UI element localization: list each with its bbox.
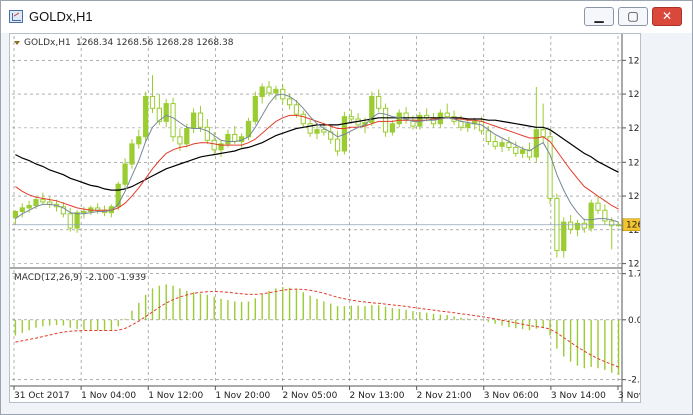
chart-area[interactable]: 1265.101267.951270.801273.651276.551279.… [9, 33, 641, 403]
candle-body [540, 129, 546, 138]
candle-body [307, 123, 313, 134]
macd-tick-label: 1.76 [628, 270, 640, 280]
symbol-dropdown-icon[interactable] [14, 41, 20, 45]
candle-body [184, 127, 190, 145]
candle-body [561, 221, 567, 252]
candle-body [232, 133, 238, 143]
candle-body [163, 103, 169, 122]
candle-body [286, 98, 293, 106]
time-tick-label: 1 Nov 20:00 [215, 391, 270, 401]
current-price: 1268.38 [12, 218, 640, 232]
candle-body [293, 104, 300, 115]
moving-averages [15, 93, 619, 223]
candle-body [191, 112, 197, 129]
price-tick-label: 1273.65 [628, 158, 640, 168]
candle-body [321, 129, 327, 133]
time-tick-label: 1 Nov 12:00 [148, 391, 203, 401]
candle-body [533, 129, 539, 158]
candle-body [74, 212, 80, 229]
candle-body [177, 136, 183, 145]
time-tick-label: 2 Nov 21:00 [417, 391, 472, 401]
ohlc-label: 1268.34 1268.56 1268.28 1268.38 [76, 38, 234, 48]
candle-body [513, 146, 519, 154]
candle-body [444, 112, 450, 118]
candle-body [506, 142, 512, 148]
time-tick-label: 3 Nov 06:00 [484, 391, 539, 401]
symbol-label: GOLDx,H1 [24, 38, 71, 48]
candle-body [40, 199, 46, 203]
candle-body [382, 107, 389, 133]
candle-body [170, 103, 176, 138]
candle-body [136, 136, 142, 145]
candle-body [581, 222, 587, 229]
candle-body [211, 139, 217, 151]
candle-body [567, 221, 574, 230]
time-tick-label: 31 Oct 2017 [14, 391, 70, 401]
time-tick-label: 3 Nov 22:00 [618, 391, 640, 401]
axes [10, 34, 626, 402]
candle-body [143, 95, 149, 138]
candle-body [485, 130, 491, 143]
candle-body [204, 126, 210, 141]
price-tick-label: 1282.25 [628, 56, 640, 66]
candle-body [225, 133, 231, 145]
time-tick-label: 2 Nov 05:00 [282, 391, 337, 401]
candle-body [492, 141, 498, 147]
price-tick-label: 1279.40 [628, 90, 640, 100]
current-price-label: 1268.38 [626, 221, 640, 231]
chart-window: GOLDx,H1 ▁ ▢ ✕ 1265.101267.951270.801273… [0, 0, 693, 415]
time-axis-labels: 31 Oct 2017 1 Nov 04:00 1 Nov 12:00 1 Nov 2… [14, 391, 640, 401]
price-tick-label: 1276.55 [628, 124, 640, 134]
candle-body [574, 222, 581, 230]
candle-body [259, 86, 265, 97]
candle-body [149, 95, 156, 109]
candle-body [389, 123, 396, 133]
price-tick-label: 1265.10 [628, 260, 640, 270]
candle-body [519, 149, 526, 154]
candle-body [129, 143, 135, 165]
candle-body [266, 86, 272, 94]
candle-body [588, 202, 594, 229]
candle-body [334, 138, 341, 152]
chart-window-icon [9, 10, 23, 23]
candle-body [314, 129, 320, 134]
window-title: GOLDx,H1 [29, 9, 93, 24]
time-tick-label: 3 Nov 14:00 [551, 391, 606, 401]
candle-body [67, 213, 73, 229]
candle-body [33, 199, 39, 207]
minimize-button[interactable]: ▁ [584, 7, 614, 26]
candle-body [12, 210, 19, 218]
macd-histogram [14, 284, 620, 375]
title-bar[interactable]: GOLDx,H1 ▁ ▢ ✕ [1, 1, 692, 33]
chart-svg[interactable]: 1265.101267.951270.801273.651276.551279.… [10, 34, 640, 402]
candle-body [595, 202, 601, 211]
candle-body [197, 112, 204, 128]
candle-body [81, 210, 87, 214]
candles [12, 75, 622, 258]
candle-body [252, 95, 258, 122]
candle-body [122, 163, 128, 185]
candle-body [465, 123, 471, 128]
candle-body [499, 142, 505, 147]
candle-body [300, 113, 306, 125]
candle-body [26, 205, 32, 209]
close-button[interactable]: ✕ [652, 7, 682, 26]
macd-tick-label: 0.00 [628, 316, 640, 326]
candle-body [458, 120, 464, 128]
macd-tick-label: -2.284 [628, 376, 640, 386]
macd-label: MACD(12,26,9) -2.100 -1.939 [14, 273, 146, 283]
price-tick-label: 1270.80 [628, 192, 640, 202]
candle-body [376, 95, 382, 109]
candle-body [547, 136, 553, 199]
maximize-button[interactable]: ▢ [618, 7, 648, 26]
candle-body [19, 207, 25, 212]
time-tick-label: 1 Nov 04:00 [81, 391, 136, 401]
time-tick-label: 2 Nov 13:00 [350, 391, 405, 401]
candle-body [348, 116, 354, 120]
ma-fast-line [15, 93, 619, 223]
candle-body [273, 88, 279, 94]
